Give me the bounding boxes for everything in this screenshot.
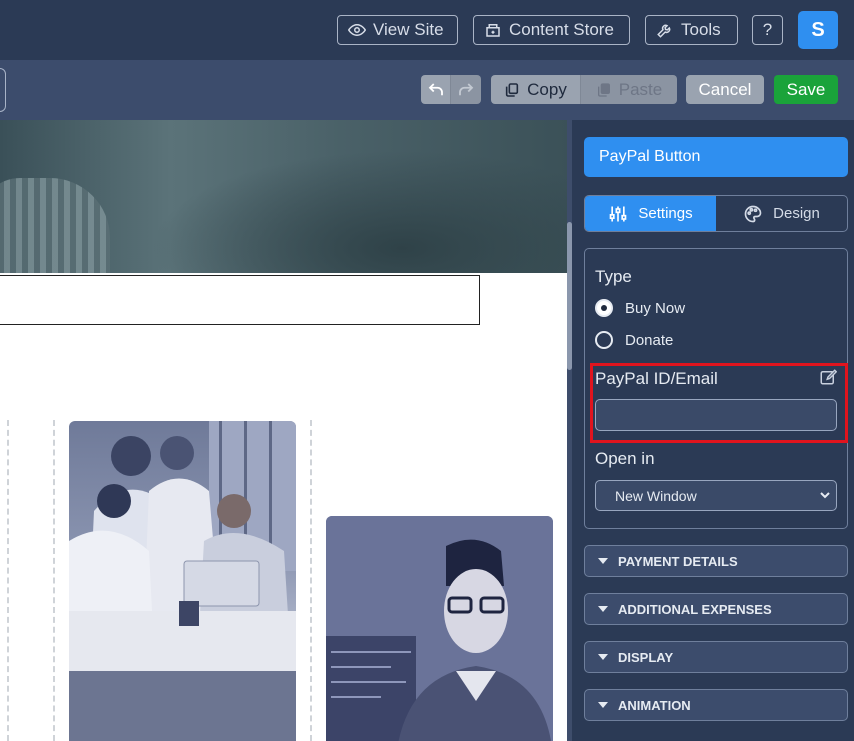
wrench-icon <box>657 24 671 38</box>
section-payment-details[interactable]: PAYMENT DETAILS <box>584 545 848 577</box>
tab-design[interactable]: Design <box>716 196 847 231</box>
redo-button[interactable] <box>451 75 481 104</box>
highlight-box <box>590 363 848 443</box>
panel-title-text: PayPal Button <box>599 148 701 165</box>
copy-label: Copy <box>527 79 567 99</box>
column-divider <box>7 420 9 741</box>
copy-button[interactable]: Copy <box>491 75 581 104</box>
save-button[interactable]: Save <box>774 75 838 104</box>
paste-button[interactable]: Paste <box>581 75 677 104</box>
copy-paste-group: Copy Paste <box>491 75 677 104</box>
open-in-select[interactable]: New Window <box>595 480 837 511</box>
caret-down-icon <box>598 558 608 564</box>
open-in-value: New Window <box>615 487 697 504</box>
portrait-photo-art <box>326 516 553 741</box>
portrait-photo[interactable] <box>326 516 553 741</box>
content-store-label: Content Store <box>509 20 614 39</box>
tab-settings[interactable]: Settings <box>585 196 716 231</box>
redo-icon <box>459 82 474 95</box>
panel-tabs: Settings Design <box>584 195 848 232</box>
cancel-button[interactable]: Cancel <box>686 75 764 104</box>
store-icon <box>486 24 500 37</box>
hero-image[interactable] <box>0 120 568 273</box>
team-photo-art <box>69 421 296 741</box>
section-display[interactable]: DISPLAY <box>584 641 848 673</box>
column-divider <box>53 420 55 741</box>
hero-shadow <box>150 150 568 273</box>
palette-icon <box>744 205 762 222</box>
radio-donate-label[interactable]: Donate <box>625 332 673 349</box>
column-divider <box>310 420 312 741</box>
help-button[interactable]: ? <box>752 15 783 45</box>
tools-label: Tools <box>681 20 721 39</box>
help-label: ? <box>762 20 773 39</box>
paste-label: Paste <box>618 79 663 99</box>
save-label: Save <box>786 79 826 99</box>
chevron-down-icon <box>820 492 830 499</box>
radio-buy-now[interactable] <box>595 299 613 317</box>
section-payment-details-label: PAYMENT DETAILS <box>618 553 738 569</box>
left-panel-stub[interactable] <box>0 68 6 112</box>
undo-redo-group <box>421 75 481 104</box>
team-photo[interactable] <box>69 421 296 741</box>
copy-icon <box>506 82 519 97</box>
view-site-button[interactable]: View Site <box>337 15 458 45</box>
eye-icon <box>348 23 366 37</box>
section-animation[interactable]: ANIMATION <box>584 689 848 721</box>
content-store-button[interactable]: Content Store <box>473 15 630 45</box>
section-display-label: DISPLAY <box>618 649 674 665</box>
avatar-letter: S <box>811 18 825 41</box>
section-additional-expenses[interactable]: ADDITIONAL EXPENSES <box>584 593 848 625</box>
radio-donate[interactable] <box>595 331 613 349</box>
undo-button[interactable] <box>421 75 451 104</box>
panel-title: PayPal Button <box>584 137 848 177</box>
caret-down-icon <box>598 654 608 660</box>
sliders-icon <box>610 206 627 221</box>
paste-icon <box>597 82 610 97</box>
caret-down-icon <box>598 606 608 612</box>
type-label: Type <box>595 267 632 286</box>
caret-down-icon <box>598 702 608 708</box>
page-canvas[interactable] <box>0 120 568 741</box>
section-animation-label: ANIMATION <box>618 697 691 713</box>
tools-button[interactable]: Tools <box>645 15 738 45</box>
section-additional-expenses-label: ADDITIONAL EXPENSES <box>618 601 772 617</box>
open-in-label: Open in <box>595 449 655 468</box>
avatar[interactable]: S <box>798 11 838 49</box>
tab-settings-label: Settings <box>638 205 693 222</box>
hero-chair <box>0 178 110 273</box>
radio-buy-now-label[interactable]: Buy Now <box>625 300 685 317</box>
undo-icon <box>428 82 443 95</box>
view-site-label: View Site <box>373 20 444 39</box>
cancel-label: Cancel <box>698 79 752 99</box>
text-block[interactable] <box>0 275 480 325</box>
tab-design-label: Design <box>773 205 820 222</box>
